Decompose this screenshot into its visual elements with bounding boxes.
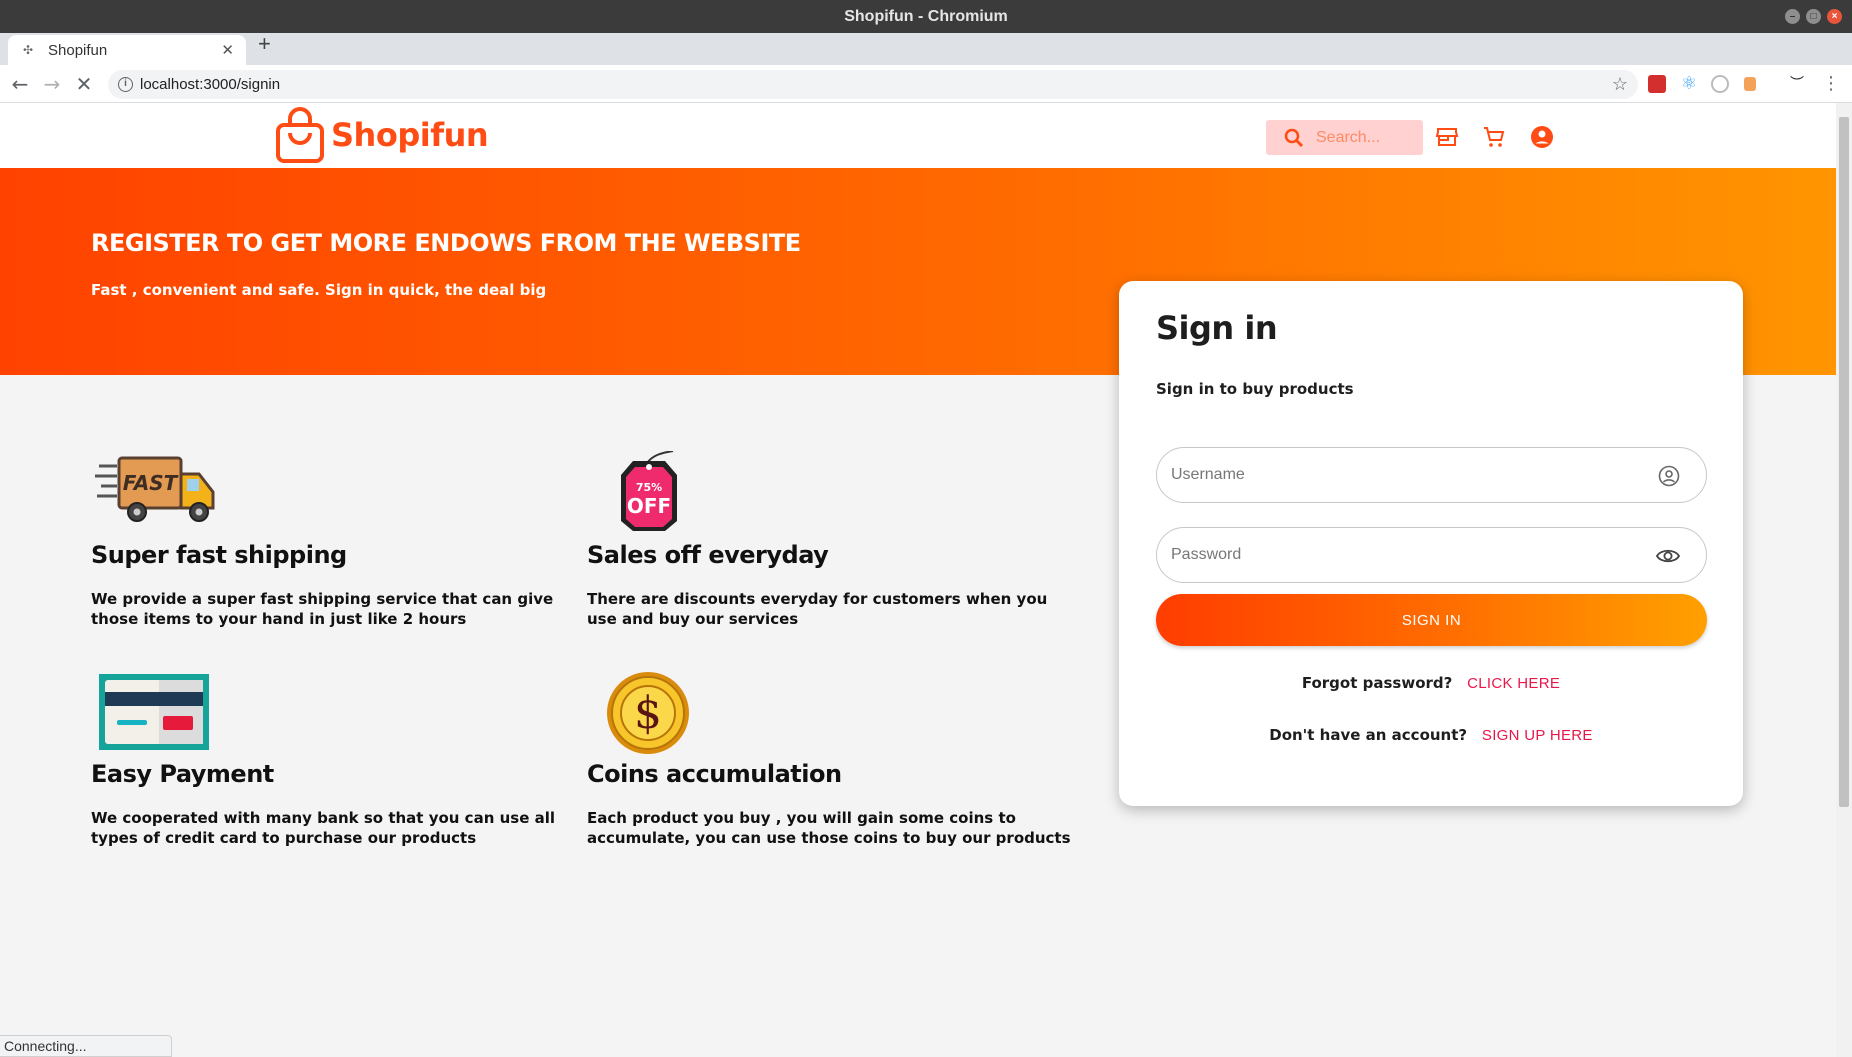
signup-link[interactable]: SIGN UP HERE [1482,727,1593,744]
cart-icon[interactable] [1482,125,1506,149]
extension-circle-icon[interactable] [1711,75,1729,93]
username-field[interactable] [1156,447,1707,503]
user-circle-icon [1658,465,1680,487]
feature-description: There are discounts everyday for custome… [587,590,1048,628]
signup-row: Don't have an account? SIGN UP HERE [1119,726,1743,744]
shopping-bag-icon [276,107,324,163]
browser-tab[interactable]: ✣ Shopifun ✕ [8,35,246,65]
minimize-icon[interactable]: – [1785,9,1800,24]
site-logo[interactable]: Shopifun [275,107,489,163]
tab-close-icon[interactable]: ✕ [221,41,234,59]
site-header: Shopifun [0,103,1836,168]
feature-shipping: Super fast shipping We provide a super f… [91,541,591,629]
address-bar[interactable]: i localhost:3000/signin ☆ [108,70,1638,99]
close-window-icon[interactable]: × [1827,9,1842,24]
feature-payment: Easy Payment We cooperated with many ban… [91,760,591,848]
credit-card-icon [99,674,209,750]
page-viewport: Shopifun REGISTER TO GET MORE ENDOWS FRO… [0,103,1836,1057]
bookmark-star-icon[interactable]: ☆ [1612,70,1628,99]
show-password-eye-icon[interactable] [1656,545,1680,567]
react-devtools-icon[interactable]: ⚛ [1680,75,1698,93]
browser-menu-icon[interactable]: ⋮ [1822,75,1840,93]
search-icon[interactable] [1284,128,1304,148]
feature-title: Coins accumulation [587,760,842,788]
feature-title: Super fast shipping [91,541,347,569]
window-title: Shopifun - Chromium [844,8,1008,25]
password-field[interactable] [1156,527,1707,583]
signin-card: Sign in Sign in to buy products SIGN IN … [1119,281,1743,806]
maximize-icon[interactable]: □ [1806,9,1821,24]
signin-subtitle: Sign in to buy products [1156,380,1354,398]
extension-orange-icon[interactable] [1744,77,1756,91]
scrollbar-thumb[interactable] [1839,117,1849,807]
new-tab-icon[interactable]: + [258,31,271,57]
forgot-password-row: Forgot password? CLICK HERE [1119,674,1743,692]
forgot-password-text: Forgot password? [1301,674,1453,692]
tag-percent: 75% [636,481,662,494]
banner-subtitle: Fast , convenient and safe. Sign in quic… [91,281,547,299]
feature-title: Sales off everyday [587,541,829,569]
forward-icon[interactable]: → [40,73,64,95]
forgot-password-link[interactable]: CLICK HERE [1467,675,1560,692]
feature-description: Each product you buy , you will gain som… [587,809,1071,847]
username-input[interactable] [1171,460,1651,490]
tab-strip: ✣ Shopifun ✕ + [0,31,1852,65]
window-controls: – □ × [1785,9,1842,24]
extension-red-icon[interactable] [1648,75,1666,93]
browser-toolbar: ← → ✕ i localhost:3000/signin ☆ ⚛ ︶ ⋮ [0,65,1852,103]
feature-title: Easy Payment [91,760,274,788]
tag-off: OFF [627,494,671,518]
site-info-icon[interactable]: i [118,77,133,92]
password-input[interactable] [1171,540,1651,570]
signin-title: Sign in [1156,309,1278,347]
status-bubble: Connecting... [0,1035,172,1057]
favicon-icon: ✣ [22,43,34,57]
discount-tag-icon: 75% OFF [621,451,677,531]
tab-title: Shopifun [48,41,108,59]
svg-text:$: $ [634,688,662,739]
search-input[interactable] [1316,125,1416,151]
window-titlebar: Shopifun - Chromium – □ × [0,0,1852,33]
feature-description: We provide a super fast shipping service… [91,590,554,628]
signin-button[interactable]: SIGN IN [1156,594,1707,646]
coin-icon: $ [607,672,689,754]
signup-prompt-text: Don't have an account? [1269,726,1468,744]
search-box[interactable] [1266,120,1423,155]
back-icon[interactable]: ← [8,73,32,95]
account-icon[interactable] [1530,125,1554,149]
brand-name: Shopifun [331,116,489,154]
feature-sales: Sales off everyday There are discounts e… [587,541,1087,629]
page-scrollbar[interactable] [1836,103,1852,1057]
svg-text:FAST: FAST [123,471,179,495]
store-icon[interactable] [1435,125,1459,149]
url-text: localhost:3000/signin [140,76,281,93]
fast-truck-icon: FAST [95,456,215,522]
feature-description: We cooperated with many bank so that you… [91,809,556,847]
extension-dark-icon[interactable]: ︶ [1788,75,1806,93]
feature-coins: Coins accumulation Each product you buy … [587,760,1087,848]
stop-loading-icon[interactable]: ✕ [72,73,96,95]
banner-title: REGISTER TO GET MORE ENDOWS FROM THE WEB… [91,229,801,257]
